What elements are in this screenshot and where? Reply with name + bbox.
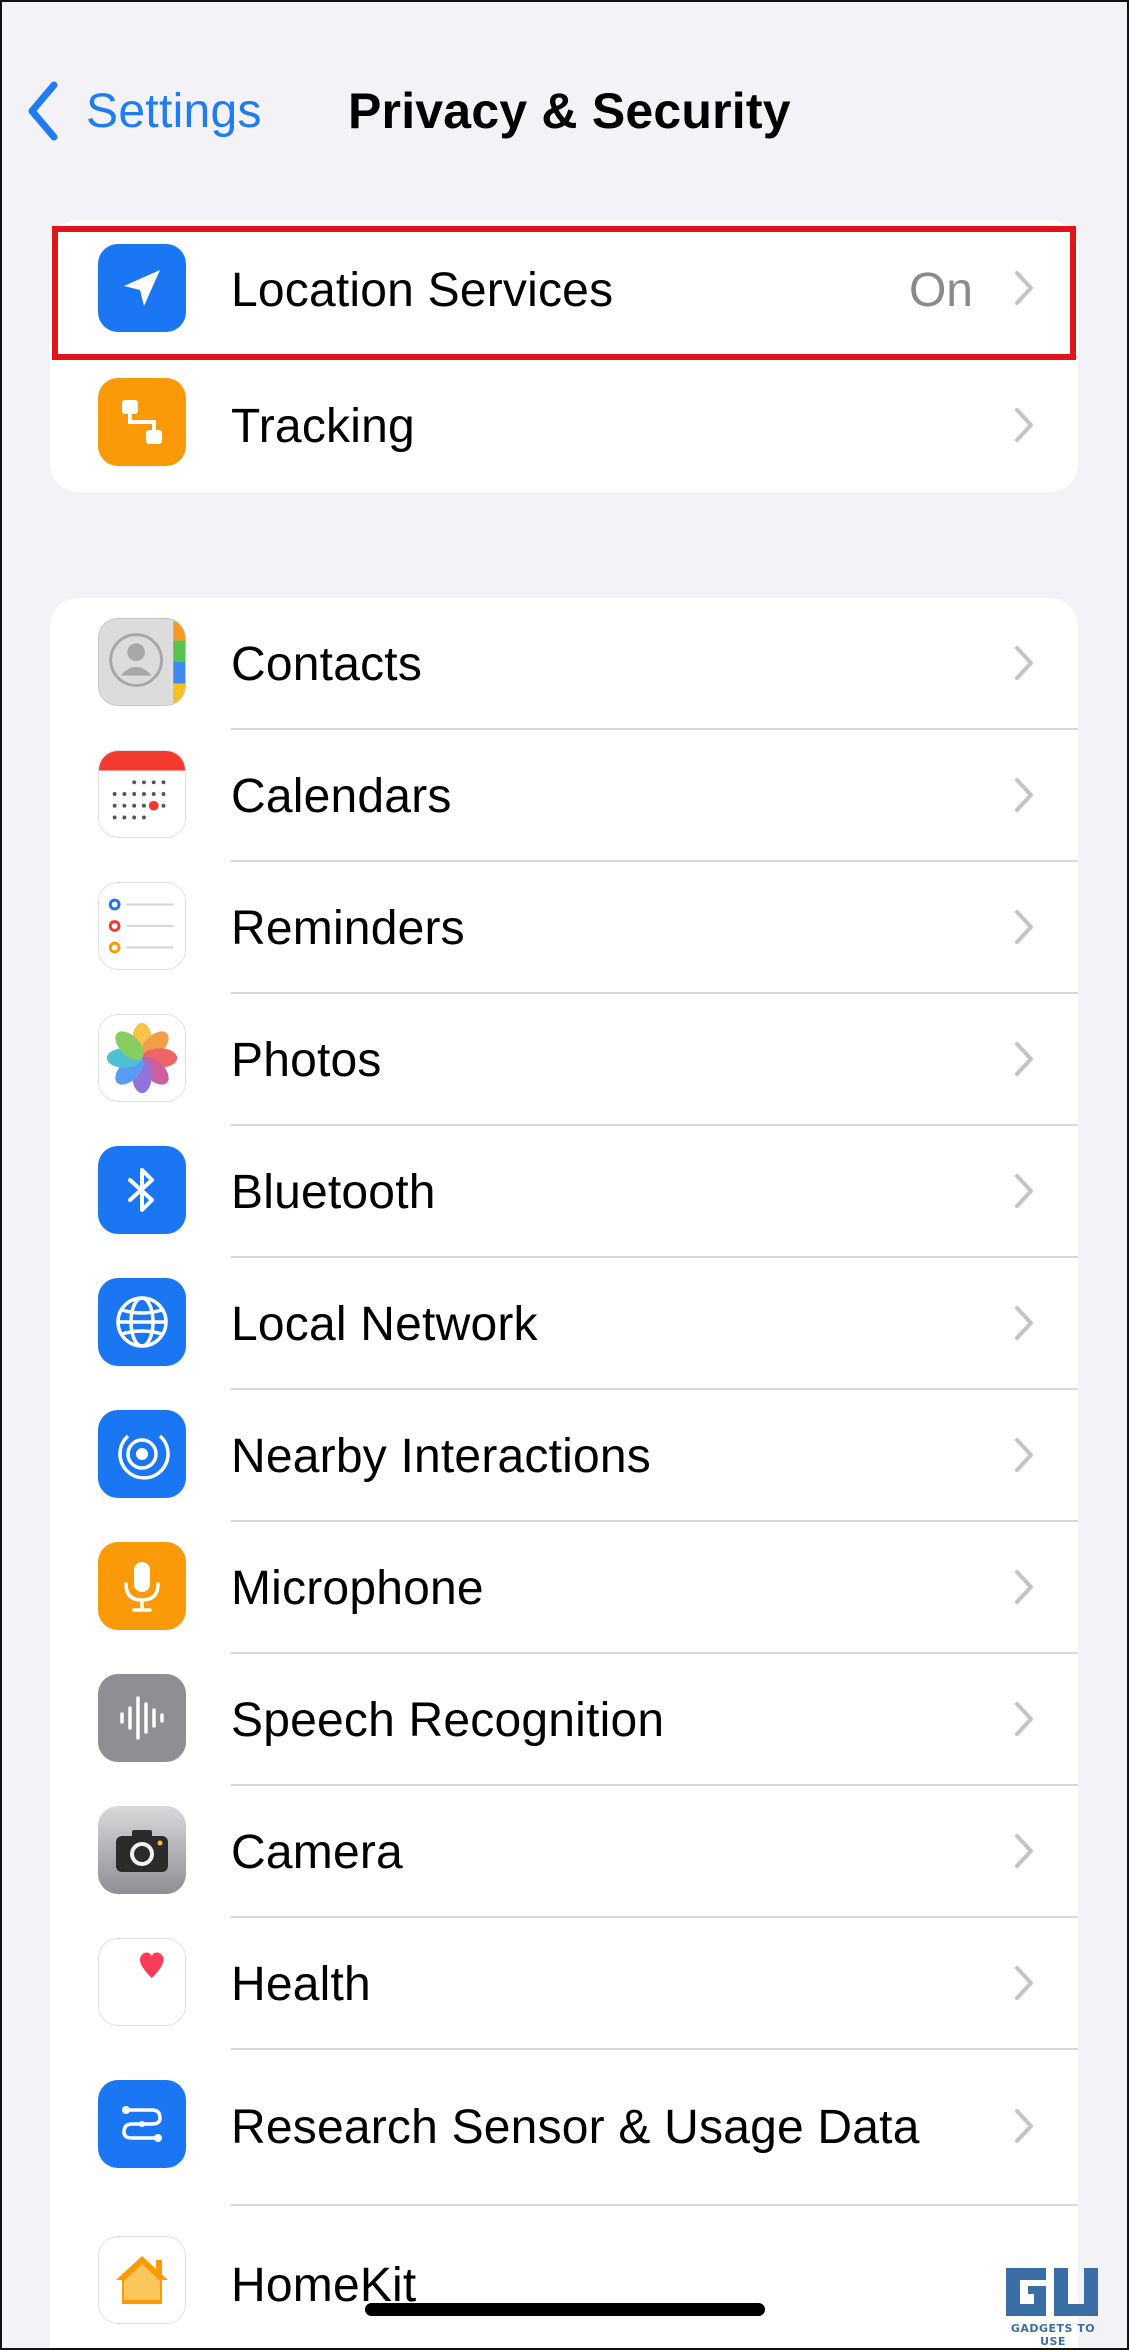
home-icon [98,2236,186,2324]
camera-icon [98,1806,186,1894]
microphone-icon [98,1542,186,1630]
settings-group-tracking: Location Services On Tracking [50,220,1078,492]
row-label: Tracking [231,400,415,453]
watermark-logo: GADGETS TO USE [998,2262,1108,2348]
row-label: Local Network [231,1298,538,1351]
chevron-right-icon [1015,1570,1033,1604]
row-location-services[interactable]: Location Services On [50,220,1078,356]
nearby-interactions-icon [98,1410,186,1498]
row-calendars[interactable]: Calendars [50,730,1078,860]
row-bluetooth[interactable]: Bluetooth [50,1126,1078,1256]
row-speech-recognition[interactable]: Speech Recognition [50,1654,1078,1784]
row-label: Photos [231,1034,382,1087]
reminders-icon [98,882,186,970]
chevron-right-icon [1015,1306,1033,1340]
row-label: Bluetooth [231,1166,436,1219]
row-camera[interactable]: Camera [50,1786,1078,1916]
tracking-icon [98,378,186,466]
chevron-right-icon [1015,2109,1033,2143]
chevron-left-icon [28,81,58,141]
globe-icon [98,1278,186,1366]
row-label: Calendars [231,770,452,823]
row-tracking[interactable]: Tracking [50,358,1078,492]
settings-group-permissions: Contacts Calendars Reminders Photos Blue… [50,598,1078,2350]
row-microphone[interactable]: Microphone [50,1522,1078,1652]
row-label: Contacts [231,638,423,691]
photos-icon [98,1014,186,1102]
bluetooth-icon [98,1146,186,1234]
watermark-text: GADGETS TO USE [1010,2322,1096,2348]
row-homekit[interactable]: HomeKit [50,2206,1078,2350]
row-health[interactable]: Health [50,1918,1078,2048]
row-label: Microphone [231,1562,484,1615]
row-label: Camera [231,1826,403,1879]
chevron-right-icon [1015,1042,1033,1076]
chevron-right-icon [1015,1702,1033,1736]
row-local-network[interactable]: Local Network [50,1258,1078,1388]
navigation-bar: Settings Privacy & Security [0,0,1129,220]
home-indicator[interactable] [365,2303,765,2316]
row-photos[interactable]: Photos [50,994,1078,1124]
waveform-icon [98,1674,186,1762]
chevron-right-icon [1015,1174,1033,1208]
chevron-right-icon [1015,271,1033,305]
contacts-icon [98,618,186,706]
row-label: Nearby Interactions [231,1430,652,1483]
back-label[interactable]: Settings [86,84,262,139]
row-contacts[interactable]: Contacts [50,598,1078,728]
row-research-sensor[interactable]: Research Sensor & Usage Data [50,2050,1078,2198]
calendar-icon [98,750,186,838]
row-reminders[interactable]: Reminders [50,862,1078,992]
page-title: Privacy & Security [348,83,791,139]
chevron-right-icon [1015,1438,1033,1472]
row-label: Speech Recognition [231,1694,665,1747]
chevron-right-icon [1015,408,1033,442]
row-label: Health [231,1958,371,2011]
chevron-right-icon [1015,778,1033,812]
heart-icon [98,1938,186,2026]
row-value: On [908,264,973,317]
chevron-right-icon [1015,910,1033,944]
chevron-right-icon [1015,1834,1033,1868]
row-label: Reminders [231,902,465,955]
research-sensor-icon [98,2080,186,2168]
row-label: Research Sensor & Usage Data [231,2101,920,2154]
back-button[interactable]: Settings [26,78,262,144]
row-label: Location Services [231,264,614,317]
location-arrow-icon [98,244,186,332]
chevron-right-icon [1015,1966,1033,2000]
chevron-right-icon [1015,646,1033,680]
row-nearby-interactions[interactable]: Nearby Interactions [50,1390,1078,1520]
